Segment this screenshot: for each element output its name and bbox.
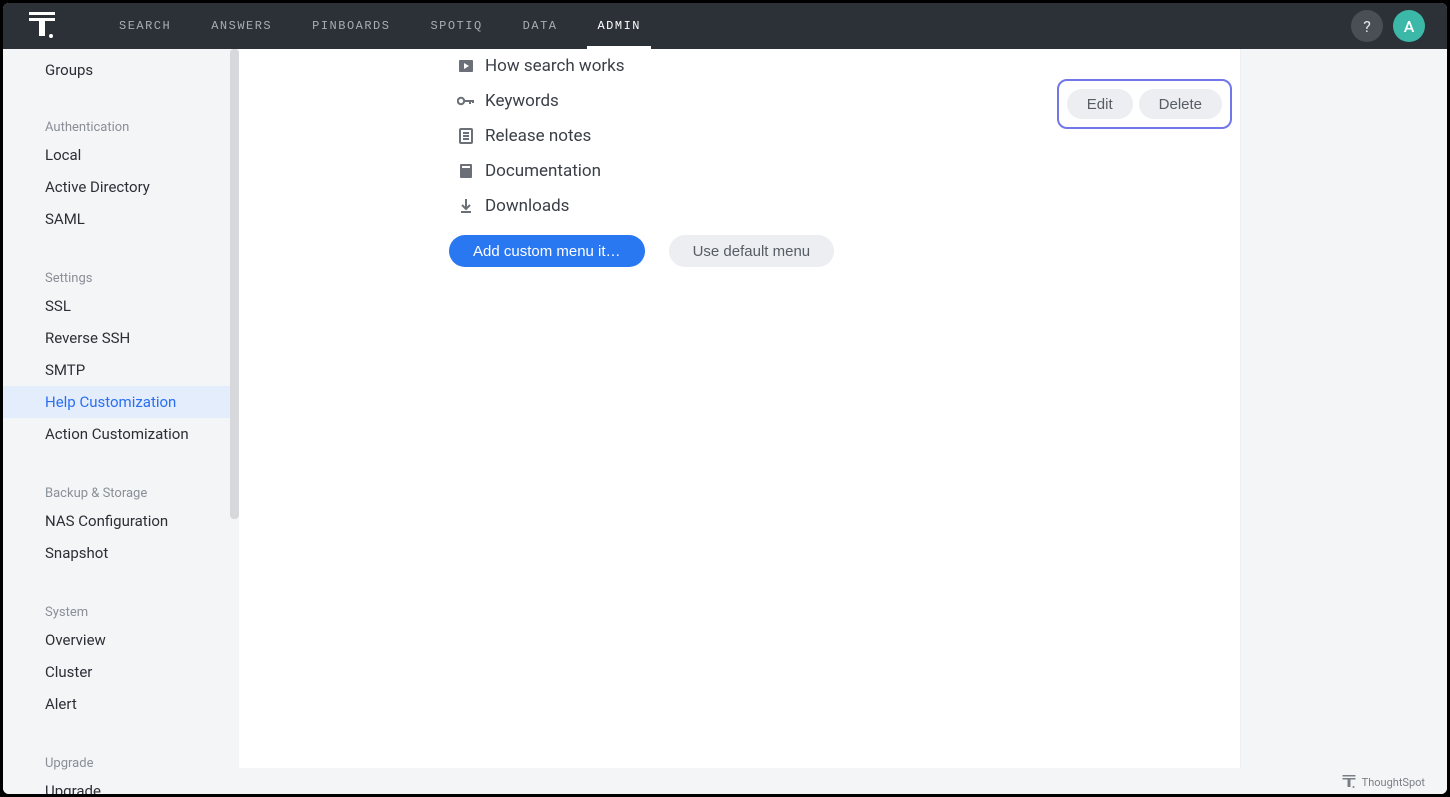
sidebar-item-ssl[interactable]: SSL [3, 290, 239, 322]
key-icon [455, 96, 477, 106]
nav-item-pinboards[interactable]: PINBOARDS [292, 3, 410, 49]
help-menu-item-how-search-works[interactable]: How search works [455, 49, 625, 83]
help-menu-item-documentation[interactable]: Documentation [455, 154, 625, 188]
footer-logo-icon [1342, 775, 1356, 789]
sidebar-item-nas-configuration[interactable]: NAS Configuration [3, 505, 239, 537]
help-menu-item-label: Downloads [485, 196, 569, 216]
footer-brand: ThoughtSpot [1342, 775, 1425, 789]
sidebar-item-upgrade[interactable]: Upgrade [3, 775, 239, 794]
nav-item-answers[interactable]: ANSWERS [191, 3, 292, 49]
nav-item-search[interactable]: SEARCH [99, 3, 191, 49]
book-icon [455, 163, 477, 179]
use-default-menu-button[interactable]: Use default menu [669, 235, 835, 267]
sidebar-section-system: System [3, 591, 239, 624]
sidebar-item-groups[interactable]: Groups [3, 49, 239, 86]
help-menu-item-label: How search works [485, 56, 625, 76]
main-area: How search works Keywords Release notes Doc… [239, 49, 1447, 794]
sidebar-item-action-customization[interactable]: Action Customization [3, 418, 239, 450]
sidebar-item-smtp[interactable]: SMTP [3, 354, 239, 386]
sidebar-scrollbar[interactable] [230, 49, 239, 519]
edit-delete-callout: Edit Delete [1057, 79, 1232, 129]
main-panel: How search works Keywords Release notes Doc… [239, 49, 1241, 768]
download-icon [455, 198, 477, 214]
sidebar-item-snapshot[interactable]: Snapshot [3, 537, 239, 569]
help-menu-item-downloads[interactable]: Downloads [455, 189, 625, 223]
top-nav: SEARCHANSWERSPINBOARDSSPOTIQDATAADMIN ? … [3, 3, 1447, 49]
sidebar-section-upgrade: Upgrade [3, 742, 239, 775]
sidebar-item-overview[interactable]: Overview [3, 624, 239, 656]
sidebar-section-authentication: Authentication [3, 106, 239, 139]
help-menu-item-release-notes[interactable]: Release notes [455, 119, 625, 153]
help-menu-item-label: Documentation [485, 161, 601, 181]
nav-item-spotiq[interactable]: SPOTIQ [410, 3, 502, 49]
menu-action-row: Add custom menu it… Use default menu [449, 235, 834, 267]
sidebar-section-backup-storage: Backup & Storage [3, 472, 239, 505]
edit-button[interactable]: Edit [1067, 89, 1133, 119]
admin-sidebar: Groups AuthenticationLocalActive Director… [3, 49, 239, 794]
notes-icon [455, 128, 477, 144]
sidebar-item-saml[interactable]: SAML [3, 203, 239, 235]
sidebar-item-cluster[interactable]: Cluster [3, 656, 239, 688]
sidebar-item-active-directory[interactable]: Active Directory [3, 171, 239, 203]
user-avatar[interactable]: A [1393, 10, 1425, 42]
add-custom-menu-button[interactable]: Add custom menu it… [449, 235, 645, 267]
help-menu-list: How search works Keywords Release notes Doc… [455, 49, 625, 224]
sidebar-item-alert[interactable]: Alert [3, 688, 239, 720]
delete-button[interactable]: Delete [1139, 89, 1222, 119]
avatar-initial: A [1404, 17, 1415, 36]
help-menu-item-label: Release notes [485, 126, 591, 146]
sidebar-item-local[interactable]: Local [3, 139, 239, 171]
brand-logo[interactable] [15, 12, 69, 40]
nav-item-data[interactable]: DATA [503, 3, 578, 49]
help-icon: ? [1363, 17, 1371, 36]
sidebar-section-settings: Settings [3, 257, 239, 290]
sidebar-item-help-customization[interactable]: Help Customization [3, 386, 239, 418]
footer-brand-text: ThoughtSpot [1362, 776, 1425, 789]
help-button[interactable]: ? [1351, 10, 1383, 42]
help-menu-item-keywords[interactable]: Keywords [455, 84, 625, 118]
play-icon [455, 58, 477, 74]
sidebar-item-reverse-ssh[interactable]: Reverse SSH [3, 322, 239, 354]
nav-item-admin[interactable]: ADMIN [577, 3, 661, 49]
help-menu-item-label: Keywords [485, 91, 559, 111]
